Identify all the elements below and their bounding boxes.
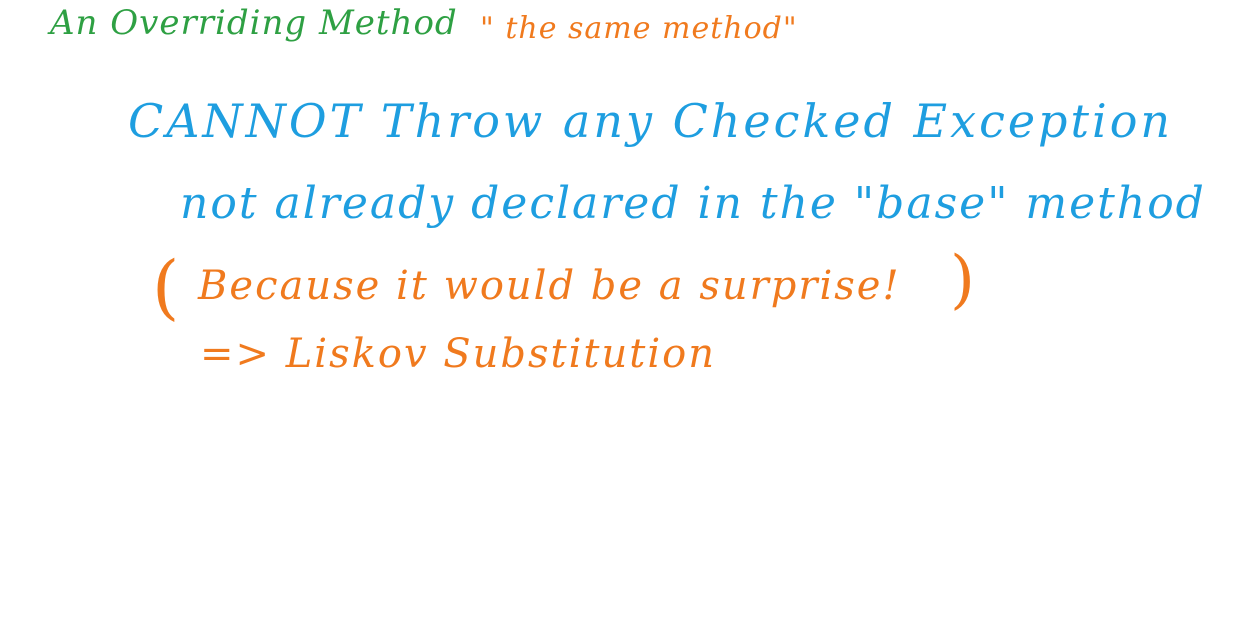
whiteboard-canvas: An Overriding Method " the same method" … xyxy=(0,0,1246,621)
rule-not-declared-in-base: not already declared in the "base" metho… xyxy=(180,178,1206,229)
close-parenthesis: ) xyxy=(950,243,976,317)
rule-cannot-throw: CANNOT Throw any Checked Exception xyxy=(128,94,1174,148)
liskov-substitution-note: => Liskov Substitution xyxy=(200,331,716,377)
heading-overriding-method: An Overriding Method xyxy=(50,3,458,43)
heading-same-method-note: " the same method" xyxy=(480,11,798,46)
reason-surprise: Because it would be a surprise! xyxy=(198,263,901,309)
open-parenthesis: ( xyxy=(152,246,181,328)
